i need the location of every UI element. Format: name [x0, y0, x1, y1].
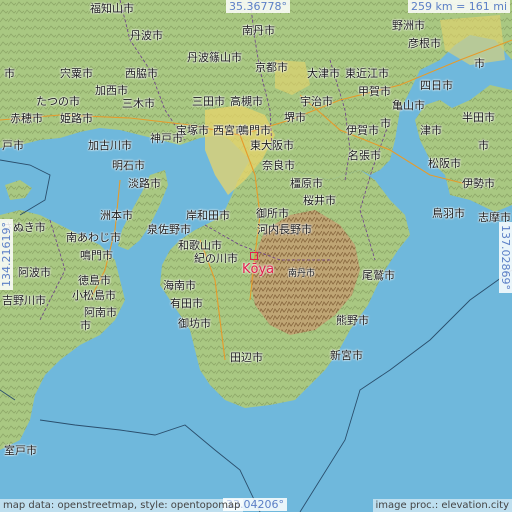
label-koka: 甲賀市: [358, 85, 391, 98]
label-tahara: 市: [478, 139, 489, 152]
label-shingu: 新宮市: [330, 349, 363, 362]
label-inabe: 市: [474, 57, 485, 70]
label-kawachinagano: 河内長野市: [257, 223, 312, 236]
label-izumisano: 泉佐野市: [147, 223, 191, 236]
label-uji: 宇治市: [300, 95, 333, 108]
label-naruto2: 鳴門市: [238, 124, 271, 137]
label-gose: 御所市: [256, 207, 289, 220]
label-sakurai: 桜井市: [303, 194, 336, 207]
label-tanabe: 田辺市: [230, 351, 263, 364]
label-tsu: 津市: [420, 124, 442, 137]
label-akashi: 明石市: [112, 159, 145, 172]
attribution-left: map data: openstreetmap, style: opentopo…: [0, 499, 244, 512]
label-nantan: 南丹市: [242, 24, 275, 37]
label-nara: 奈良市: [262, 159, 295, 172]
label-kumano: 熊野市: [336, 314, 369, 327]
label-takatsuki: 高槻市: [230, 95, 263, 108]
label-kashihara: 橿原市: [290, 177, 323, 190]
label-toba: 鳥羽市: [432, 207, 465, 220]
label-nabari: 名張市: [348, 149, 381, 162]
label-kishiwada: 岸和田市: [186, 209, 230, 222]
label-higashiosaka: 東大阪市: [250, 139, 294, 152]
label-handa: 半田市: [462, 111, 495, 124]
label-kasai: 加西市: [95, 84, 128, 97]
label-matsusaka: 松阪市: [428, 157, 461, 170]
label-awa: 阿波市: [18, 266, 51, 279]
label-kakogawa: 加古川市: [88, 139, 132, 152]
label-matsubara: 市: [380, 117, 391, 130]
label-sakai: 堺市: [284, 111, 306, 124]
top-coordinate: 35.36778°: [226, 0, 290, 13]
label-miki: 三木市: [122, 97, 155, 110]
city-marker: [250, 252, 258, 260]
label-yoshinogawa: 吉野川市: [2, 294, 46, 307]
label-kainan: 海南市: [163, 279, 196, 292]
label-yokkaichi: 四日市: [420, 79, 453, 92]
label-kyoto: 京都市: [255, 61, 288, 74]
label-komatsushima: 小松島市: [72, 289, 116, 302]
attribution-right: image proc.: elevation.city: [372, 499, 512, 512]
label-tanba: 丹波市: [130, 29, 163, 42]
label-otsu: 大津市: [307, 67, 340, 80]
label-owase: 尾鷲市: [362, 269, 395, 282]
label-ise: 伊勢市: [462, 177, 495, 190]
label-tanbasasayama: 丹波篠山市: [187, 51, 242, 64]
label-higashiomi: 東近江市: [345, 67, 389, 80]
label-sanda: 三田市: [192, 95, 225, 108]
label-minamiawaji: 南あわじ市: [66, 231, 121, 244]
label-ako: 赤穂市: [10, 112, 43, 125]
label-anan: 阿南市: [84, 306, 117, 319]
label-tokushima: 徳島市: [78, 274, 111, 287]
label-ichi-left: 市: [80, 319, 91, 332]
label-shiso: 宍粟市: [60, 67, 93, 80]
label-nanto: 南丹市: [288, 269, 316, 279]
label-tatsuno: たつの市: [36, 95, 80, 108]
label-gobo: 御坊市: [178, 317, 211, 330]
label-sumoto: 洲本市: [100, 209, 133, 222]
map[interactable]: 福知山市 丹波市 南丹市 市 宍粟市 西脇市 丹波篠山市 京都市 大津市 東近江…: [0, 0, 512, 512]
label-wakayama: 和歌山市: [178, 239, 222, 252]
label-himeji: 姫路市: [60, 112, 93, 125]
label-kinokawa: 紀の川市: [194, 252, 238, 265]
label-yasu: 野洲市: [392, 19, 425, 32]
label-awaji: 淡路市: [128, 177, 161, 190]
left-coordinate: 134.21619°: [0, 219, 13, 290]
right-coordinate: 137.02869°: [499, 222, 512, 293]
label-nishiwaki: 西脇市: [125, 67, 158, 80]
label-naruto: 鳴門市: [80, 249, 113, 262]
city-name: Kōya: [242, 262, 275, 277]
label-iga: 伊賀市: [346, 124, 379, 137]
label-yabu: 市: [4, 67, 15, 80]
label-fukuchiyama: 福知山市: [90, 2, 134, 15]
label-kameyama: 亀山市: [392, 99, 425, 112]
label-arida: 有田市: [170, 297, 203, 310]
label-muroto: 室戸市: [4, 444, 37, 457]
label-hikone: 彦根市: [408, 37, 441, 50]
label-kobe: 神戸市: [150, 132, 183, 145]
label-kamiyama: 戸市: [2, 139, 24, 152]
scale-label: 259 km = 161 mi: [408, 0, 511, 13]
